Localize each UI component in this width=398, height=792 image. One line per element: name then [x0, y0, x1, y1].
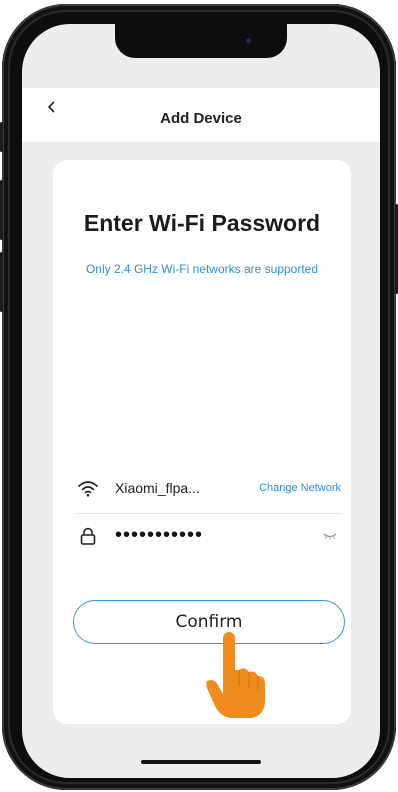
- home-indicator[interactable]: [141, 760, 261, 764]
- network-support-note: Only 2.4 GHz Wi-Fi networks are supporte…: [85, 262, 319, 276]
- front-camera: [246, 38, 251, 43]
- nav-bar: Add Device: [22, 88, 380, 142]
- wifi-password-card: Enter Wi-Fi Password Only 2.4 GHz Wi-Fi …: [53, 160, 351, 724]
- wifi-ssid: Xiaomi_flpa...: [115, 480, 200, 496]
- card-heading: Enter Wi-Fi Password: [83, 210, 321, 236]
- notch: [115, 24, 287, 58]
- password-row[interactable]: •••••••••••: [77, 518, 341, 558]
- page-title: Add Device: [160, 110, 242, 127]
- wifi-icon: [78, 481, 98, 497]
- pointing-hand-icon: [206, 632, 265, 718]
- eye-closed-icon[interactable]: [323, 532, 337, 540]
- mute-switch: [0, 122, 3, 152]
- wifi-network-row: Xiaomi_flpa... Change Network: [77, 470, 341, 510]
- screen: Add Device Enter Wi-Fi Password Only 2.4…: [22, 24, 380, 778]
- divider: [77, 513, 341, 514]
- change-network-link[interactable]: Change Network: [259, 482, 341, 494]
- password-field[interactable]: •••••••••••: [115, 524, 203, 547]
- volume-up-button: [0, 180, 3, 240]
- lock-icon: [80, 527, 96, 545]
- volume-down-button: [0, 252, 3, 312]
- phone-frame: Add Device Enter Wi-Fi Password Only 2.4…: [0, 4, 398, 790]
